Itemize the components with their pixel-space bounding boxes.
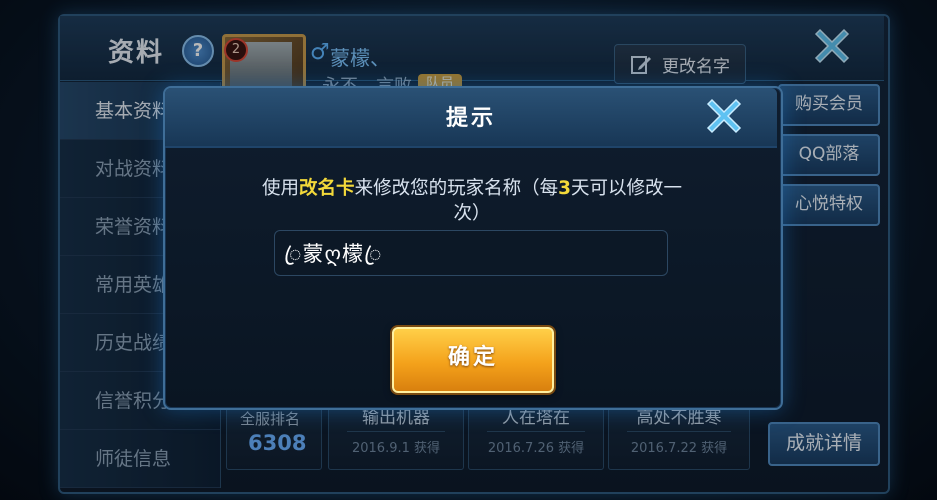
close-dialog-button[interactable] bbox=[698, 92, 750, 140]
player-name-input-value[interactable]: ꦿ蒙ღ檬ꦿ bbox=[284, 238, 382, 281]
dialog-title: 提示 bbox=[445, 106, 496, 131]
message-text: 来修改您的玩家名称（每 bbox=[354, 178, 559, 199]
confirm-button[interactable]: 确定 bbox=[392, 327, 554, 393]
dialog-message: 使用改名卡来修改您的玩家名称（每3天可以修改一次） bbox=[262, 176, 682, 226]
days-highlight: 3 bbox=[558, 178, 571, 199]
rename-card-highlight: 改名卡 bbox=[299, 178, 355, 199]
close-x-icon bbox=[706, 98, 742, 134]
message-text: 使用 bbox=[262, 178, 300, 199]
